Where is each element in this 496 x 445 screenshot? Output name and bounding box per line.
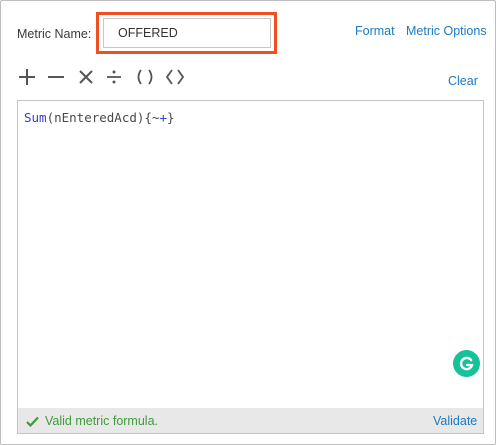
formula-tail: } (167, 110, 175, 125)
validation-message: Valid metric formula. (45, 414, 158, 428)
clear-link[interactable]: Clear (448, 74, 478, 88)
metric-name-input[interactable] (103, 18, 271, 48)
formula-function: Sum (24, 110, 47, 125)
metric-options-link[interactable]: Metric Options (406, 24, 487, 38)
plus-icon[interactable] (16, 65, 38, 89)
metric-name-label: Metric Name: (17, 27, 92, 41)
formula-args: (nEnteredAcd){~ (46, 110, 160, 125)
multiply-icon[interactable] (76, 65, 96, 89)
metric-editor-panel: Metric Name: Format Metric Options Clear… (0, 0, 496, 445)
check-icon (26, 414, 39, 432)
formula-text: Sum(nEnteredAcd){~+} (24, 110, 175, 125)
minus-icon[interactable] (45, 65, 67, 89)
validation-bar: Valid metric formula. Validate (18, 408, 483, 433)
parentheses-icon[interactable] (134, 65, 156, 89)
format-link[interactable]: Format (355, 24, 395, 38)
formula-editor[interactable]: Sum(nEnteredAcd){~+} Valid metric formul… (17, 100, 484, 434)
formula-operator: + (159, 110, 167, 125)
validate-link[interactable]: Validate (433, 414, 477, 428)
grammarly-icon[interactable] (453, 350, 480, 377)
angle-brackets-icon[interactable] (164, 65, 186, 89)
divide-icon[interactable] (104, 65, 124, 89)
